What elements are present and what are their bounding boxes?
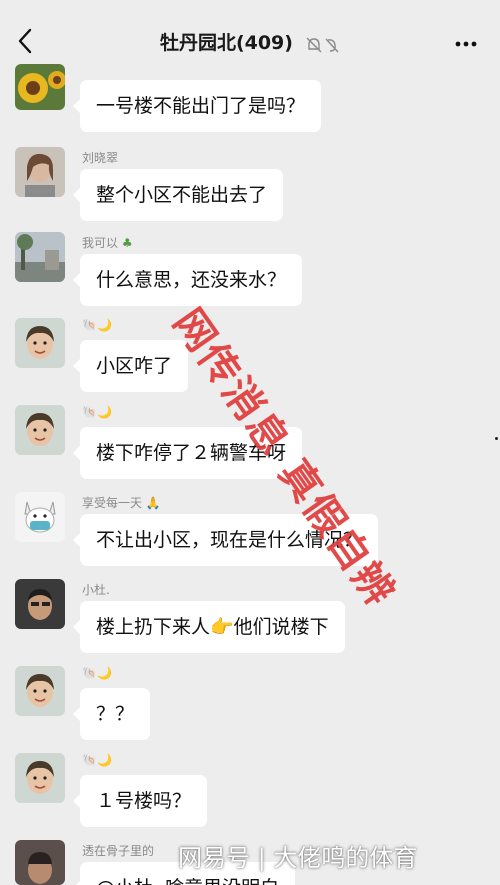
sender-name: 刘晓翠: [82, 151, 119, 165]
footer-watermark: 网易号 | 大佬鸣的体育: [178, 844, 418, 872]
cartoon-dog-avatar-image: [15, 492, 65, 542]
woman-avatar-image: [15, 147, 65, 197]
message-bubble[interactable]: １号楼吗？: [72, 775, 208, 827]
man-avatar-image: [15, 579, 65, 629]
child-avatar-image: [15, 318, 65, 368]
sender-name: 透在骨子里的: [82, 844, 155, 858]
avatar[interactable]: [15, 147, 65, 197]
avatar[interactable]: [15, 840, 65, 885]
sender-emoji-icon: 🐚🌙: [82, 666, 112, 680]
title-wrap: 牡丹园北(409): [0, 28, 500, 55]
sender-emoji-icon: 🐚🌙: [82, 405, 112, 419]
sender-name: 享受每一天 🙏: [82, 494, 161, 511]
child-avatar-image: [15, 753, 65, 803]
message-bubble[interactable]: 楼上扔下来人👉他们说楼下: [73, 601, 345, 653]
message-bubble[interactable]: 小区咋了: [72, 340, 189, 392]
avatar[interactable]: [15, 405, 65, 455]
sender-emoji-icon: 🐚🌙: [82, 318, 112, 332]
street-avatar-image: [15, 232, 65, 282]
sender-name: 🐚🌙: [82, 405, 112, 419]
avatar[interactable]: [15, 318, 65, 368]
avatar[interactable]: [15, 232, 65, 282]
child-avatar-image: [15, 405, 65, 455]
sender-name: 🐚🌙: [82, 666, 112, 680]
sender-name-text: 我可以: [82, 236, 119, 250]
more-dots-icon[interactable]: [454, 40, 478, 48]
sunflower-avatar-image: [15, 64, 65, 110]
avatar[interactable]: [15, 64, 65, 110]
clover-icon: ♣: [121, 236, 133, 250]
man-avatar-image: [15, 840, 65, 885]
child-avatar-image: [15, 666, 65, 716]
edge-dot: [495, 437, 498, 440]
sender-emoji-icon: 🐚🌙: [82, 753, 112, 767]
sender-name: 🐚🌙: [82, 318, 112, 332]
sender-name: 小杜.: [82, 583, 110, 597]
sender-emoji-icon: 🙏: [145, 496, 161, 510]
avatar[interactable]: [15, 666, 65, 716]
sender-name-text: 享受每一天: [82, 496, 143, 510]
sender-name: 我可以 ♣: [82, 234, 133, 251]
mute-bell-icon: [306, 37, 339, 52]
avatar[interactable]: [15, 753, 65, 803]
chat-header: 牡丹园北(409): [0, 0, 500, 70]
avatar[interactable]: [15, 492, 65, 542]
message-bubble[interactable]: 什么意思，还没来水？: [72, 254, 303, 306]
message-bubble[interactable]: 整个小区不能出去了: [72, 169, 284, 221]
chat-title: 牡丹园北(409): [159, 32, 293, 54]
sender-name: 🐚🌙: [82, 753, 112, 767]
message-bubble[interactable]: ？？: [72, 688, 151, 740]
message-bubble[interactable]: 一号楼不能出门了是吗？: [72, 80, 322, 132]
avatar[interactable]: [15, 579, 65, 629]
